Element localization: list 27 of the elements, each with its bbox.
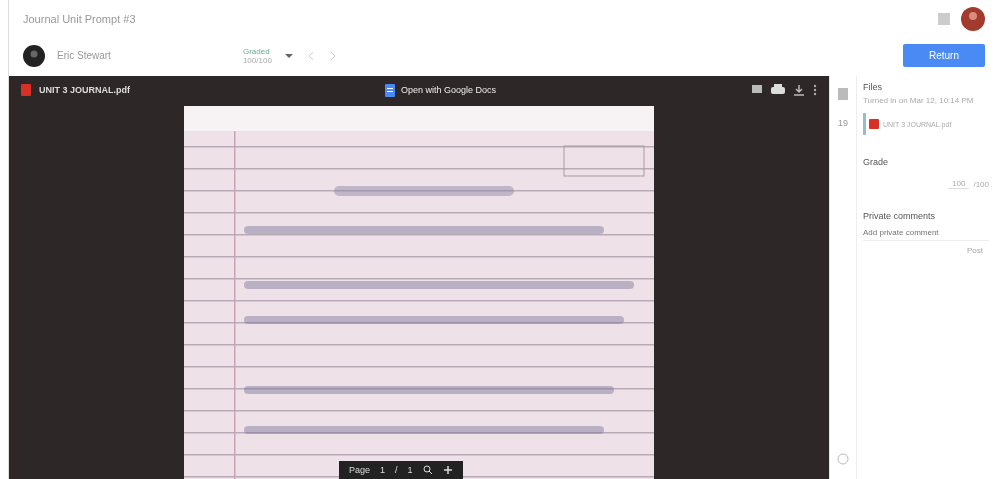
file-name: UNIT 3 JOURNAL.pdf	[39, 85, 130, 95]
open-with-button[interactable]: Open with Google Docs	[378, 82, 503, 98]
return-button[interactable]: Return	[903, 44, 985, 67]
page-number[interactable]: 1	[380, 465, 386, 475]
print-icon[interactable]	[771, 84, 785, 96]
post-button[interactable]: Post	[961, 245, 989, 256]
document-icon	[384, 83, 395, 97]
section-heading: Grade	[863, 157, 889, 167]
page-total: 1	[407, 465, 413, 475]
avatar-icon	[23, 44, 45, 67]
download-icon[interactable]	[793, 84, 805, 96]
section-heading: Files	[863, 82, 883, 92]
page-separator: /	[395, 465, 398, 475]
pdf-icon	[21, 84, 31, 96]
turned-in-note: Turned in on Mar 12, 10:14 PM	[863, 96, 975, 105]
assignment-title: Journal Unit Prompt #3	[23, 13, 136, 25]
more-icon[interactable]	[813, 84, 817, 96]
comment-count: 19	[838, 118, 848, 128]
status-dropdown[interactable]: Graded 100/100	[242, 46, 272, 65]
zoom-in-icon[interactable]	[442, 465, 453, 475]
page-label: Page	[349, 465, 371, 475]
student-name[interactable]: Eric Stewart	[57, 50, 111, 61]
pdf-icon	[869, 119, 879, 129]
grade-max: /100	[973, 179, 989, 189]
section-heading: Private comments	[863, 211, 937, 221]
avatar-icon[interactable]	[961, 7, 985, 31]
grade-field[interactable]: 100	[948, 179, 970, 189]
